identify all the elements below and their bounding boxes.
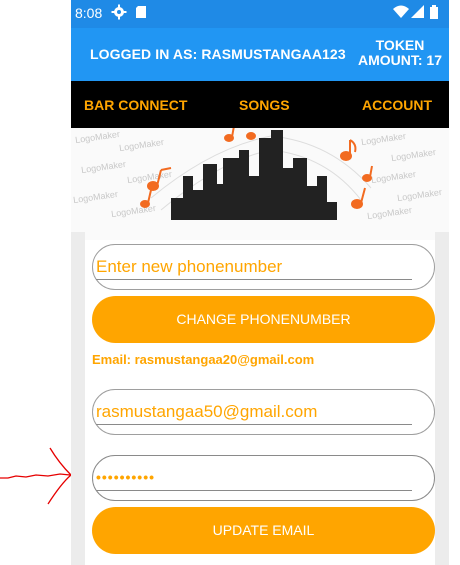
change-phone-button[interactable]: CHANGE PHONENUMBER: [92, 296, 435, 343]
phone-placeholder: Enter new phonenumber: [96, 257, 283, 276]
gear-icon: [111, 4, 127, 20]
logged-in-label: LOGGED IN AS: RASMUSTANGAA123: [90, 46, 346, 62]
watermark-text: LogoMaker: [390, 146, 437, 164]
signal-icon: [411, 5, 424, 18]
wifi-icon: [393, 5, 409, 18]
status-time: 8:08: [75, 5, 103, 21]
annotation-arrow: [0, 447, 72, 505]
update-email-button[interactable]: UPDATE EMAIL: [92, 507, 435, 554]
music-city-logo: [140, 128, 373, 220]
logo-banner: LogoMaker LogoMaker LogoMaker LogoMaker …: [71, 128, 449, 240]
token-amount: TOKEN AMOUNT: 17: [355, 38, 445, 68]
new-email-value: rasmustangaa50@gmail.com: [96, 402, 318, 421]
watermark-text: LogoMaker: [72, 188, 119, 206]
phone-screen: 8:08 LOGGED IN AS: RASMUSTANGAA123 TOKEN: [71, 0, 449, 565]
watermark-text: LogoMaker: [80, 158, 127, 176]
phone-number-input[interactable]: Enter new phonenumber: [92, 244, 435, 290]
new-email-input[interactable]: rasmustangaa50@gmail.com: [92, 389, 435, 435]
watermark-text: LogoMaker: [396, 186, 443, 204]
password-value: ••••••••••: [96, 469, 156, 485]
password-input[interactable]: ••••••••••: [92, 455, 435, 501]
content-gutter: [435, 232, 449, 565]
tab-bar-connect[interactable]: BAR CONNECT: [84, 97, 187, 113]
input-underline: [96, 424, 412, 425]
account-form: Enter new phonenumber CHANGE PHONENUMBER…: [71, 232, 449, 565]
watermark-text: LogoMaker: [74, 128, 121, 146]
token-value: AMOUNT: 17: [357, 52, 442, 68]
battery-icon: [430, 5, 438, 19]
token-label: TOKEN: [375, 37, 425, 53]
status-bar: 8:08: [71, 0, 449, 28]
app-header: LOGGED IN AS: RASMUSTANGAA123 TOKEN AMOU…: [71, 28, 449, 81]
content-gutter: [71, 232, 85, 565]
sd-card-icon: [136, 6, 146, 18]
current-email-label: Email: rasmustangaa20@gmail.com: [92, 352, 315, 367]
nav-bar: BAR CONNECT SONGS ACCOUNT: [71, 81, 449, 128]
tab-account[interactable]: ACCOUNT: [362, 97, 432, 113]
input-underline: [96, 279, 412, 280]
input-underline: [96, 490, 412, 491]
tab-songs[interactable]: SONGS: [239, 97, 290, 113]
